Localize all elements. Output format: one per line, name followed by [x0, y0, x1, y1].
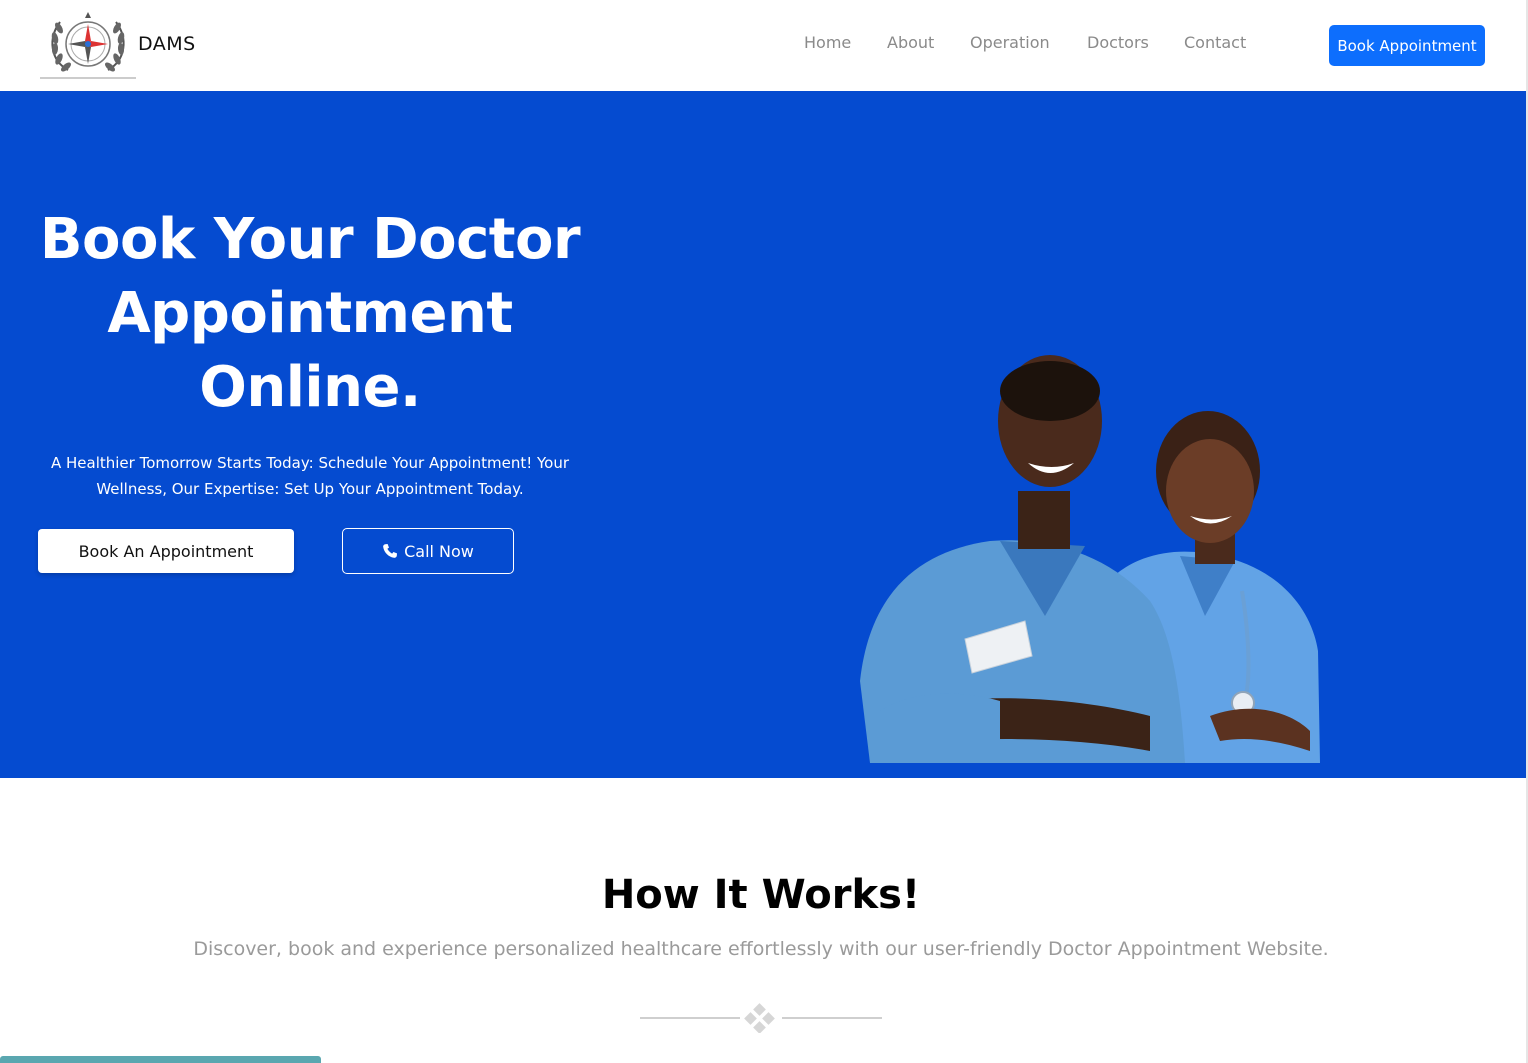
phone-icon	[383, 544, 398, 558]
nav-about[interactable]: About	[887, 33, 934, 52]
doctors-image	[860, 355, 1320, 763]
how-it-works-title: How It Works!	[601, 872, 921, 918]
nav-operation[interactable]: Operation	[970, 33, 1050, 52]
hero-title-line-1: Book Your Doctor	[39, 207, 581, 272]
how-it-works-subtitle: Discover, book and experience personaliz…	[193, 938, 1329, 960]
hero-section: Book Your Doctor Appointment Online. A H…	[0, 91, 1526, 778]
doctor-figure	[860, 355, 1185, 763]
hero-subtitle: A Healthier Tomorrow Starts Today: Sched…	[50, 454, 570, 498]
book-an-appointment-button[interactable]: Book An Appointment	[38, 529, 294, 573]
hero-title: Book Your Doctor Appointment Online.	[20, 203, 600, 425]
navbar: DAMS Home About Operation Doctors Contac…	[0, 0, 1526, 91]
bottom-toast-bar	[0, 1056, 321, 1063]
call-now-button[interactable]: Call Now	[342, 528, 514, 574]
call-now-label: Call Now	[404, 541, 474, 561]
nav-doctors[interactable]: Doctors	[1087, 33, 1149, 52]
book-appointment-button[interactable]: Book Appointment	[1329, 25, 1485, 66]
diamond-cluster-icon	[640, 1003, 882, 1033]
nav-home[interactable]: Home	[804, 33, 851, 52]
brand[interactable]: DAMS	[38, 8, 195, 80]
hero-title-line-2: Appointment	[107, 281, 513, 346]
brand-name: DAMS	[138, 33, 196, 55]
logo-icon	[40, 12, 136, 79]
hero-title-line-3: Online.	[199, 355, 421, 420]
nav-contact[interactable]: Contact	[1184, 33, 1246, 52]
